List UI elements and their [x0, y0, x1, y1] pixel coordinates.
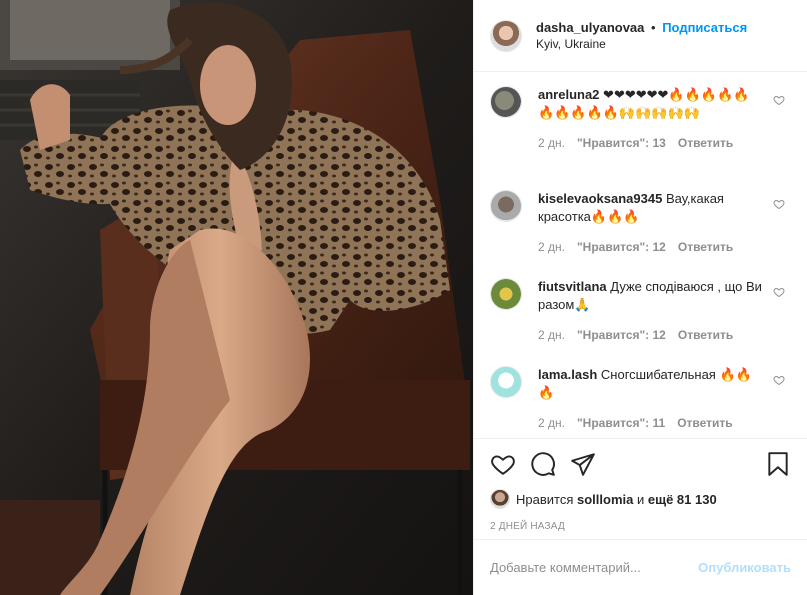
post-panel: dasha_ulyanovaa • Подписаться Kyiv, Ukra… — [473, 0, 807, 595]
author-avatar[interactable] — [490, 19, 522, 52]
publish-button[interactable]: Опубликовать — [698, 560, 791, 575]
comment-likes[interactable]: "Нравится": 12 — [577, 240, 666, 254]
action-icons-row — [490, 439, 791, 489]
heart-icon[interactable] — [490, 451, 516, 477]
comment-like-icon[interactable] — [773, 374, 785, 386]
comment-reply-button[interactable]: Ответить — [678, 328, 733, 342]
post-actions: Нравится solllomia и ещё 81 130 2 дней н… — [474, 438, 807, 532]
comment-like-icon[interactable] — [773, 198, 785, 210]
share-icon[interactable] — [570, 451, 596, 477]
commenter-avatar[interactable] — [490, 278, 522, 310]
comment-like-icon[interactable] — [773, 94, 785, 106]
comment-username[interactable]: lama.lash — [538, 367, 597, 382]
comment-input[interactable] — [490, 560, 699, 575]
add-comment-bar: Опубликовать — [474, 539, 807, 595]
commenter-avatar[interactable] — [490, 86, 522, 118]
comment-meta: 2 дн. "Нравится": 13 Ответить — [538, 136, 763, 150]
comment-meta: 2 дн. "Нравится": 12 Ответить — [538, 240, 763, 254]
post-photo[interactable] — [0, 0, 473, 595]
comment-item: kiselevaoksana9345 Вау,какая красотка🔥🔥🔥… — [490, 190, 791, 254]
header-text: dasha_ulyanovaa • Подписаться Kyiv, Ukra… — [536, 20, 747, 52]
comment-item: anreluna2 ❤❤❤❤❤❤🔥🔥🔥🔥🔥🔥🔥🔥🔥🔥🙌🙌🙌🙌🙌 2 дн. "Н… — [490, 86, 791, 150]
author-username[interactable]: dasha_ulyanovaa — [536, 20, 644, 35]
comment-content: fiutsvitlana Дуже сподіваюся , що Ви раз… — [538, 278, 763, 342]
comment-reply-button[interactable]: Ответить — [677, 416, 732, 430]
post-image — [0, 0, 473, 595]
comment-reply-button[interactable]: Ответить — [678, 240, 733, 254]
follow-button[interactable]: Подписаться — [662, 20, 747, 35]
comment-item: fiutsvitlana Дуже сподіваюся , що Ви раз… — [490, 278, 791, 342]
likes-prefix: Нравится — [516, 491, 574, 507]
comment-content: anreluna2 ❤❤❤❤❤❤🔥🔥🔥🔥🔥🔥🔥🔥🔥🔥🙌🙌🙌🙌🙌 2 дн. "Н… — [538, 86, 763, 150]
comment-likes[interactable]: "Нравится": 13 — [577, 136, 666, 150]
comment-content: lama.lash Сногсшибательная 🔥🔥🔥 2 дн. "Нр… — [538, 366, 763, 430]
comment-like-icon[interactable] — [773, 286, 785, 298]
post-timestamp[interactable]: 2 дней назад — [490, 521, 791, 532]
comment-meta: 2 дн. "Нравится": 11 Ответить — [538, 416, 763, 430]
likes-count[interactable]: ещё 81 130 — [648, 492, 717, 507]
comment-time[interactable]: 2 дн. — [538, 240, 565, 254]
likes-summary: Нравится solllomia и ещё 81 130 — [490, 489, 791, 509]
comment-username[interactable]: fiutsvitlana — [538, 279, 607, 294]
comment-time[interactable]: 2 дн. — [538, 136, 565, 150]
comments-list[interactable]: anreluna2 ❤❤❤❤❤❤🔥🔥🔥🔥🔥🔥🔥🔥🔥🔥🙌🙌🙌🙌🙌 2 дн. "Н… — [474, 72, 807, 438]
commenter-avatar[interactable] — [490, 366, 522, 398]
comment-content: kiselevaoksana9345 Вау,какая красотка🔥🔥🔥… — [538, 190, 763, 254]
comment-likes[interactable]: "Нравится": 11 — [577, 416, 665, 430]
comment-meta: 2 дн. "Нравится": 12 Ответить — [538, 328, 763, 342]
comment-item: lama.lash Сногсшибательная 🔥🔥🔥 2 дн. "Нр… — [490, 366, 791, 430]
post-header: dasha_ulyanovaa • Подписаться Kyiv, Ukra… — [474, 0, 807, 72]
comment-time[interactable]: 2 дн. — [538, 416, 565, 430]
comment-likes[interactable]: "Нравится": 12 — [577, 328, 666, 342]
likes-conj: и — [636, 491, 645, 507]
comment-username[interactable]: anreluna2 — [538, 87, 599, 102]
post-location[interactable]: Kyiv, Ukraine — [536, 36, 747, 52]
separator-dot: • — [651, 19, 656, 35]
comment-time[interactable]: 2 дн. — [538, 328, 565, 342]
bookmark-icon[interactable] — [765, 451, 791, 477]
liker-username[interactable]: solllomia — [577, 492, 633, 507]
comment-username[interactable]: kiselevaoksana9345 — [538, 191, 662, 206]
commenter-avatar[interactable] — [490, 190, 522, 222]
liker-avatar[interactable] — [490, 489, 510, 509]
comment-icon[interactable] — [530, 451, 556, 477]
comment-reply-button[interactable]: Ответить — [678, 136, 733, 150]
